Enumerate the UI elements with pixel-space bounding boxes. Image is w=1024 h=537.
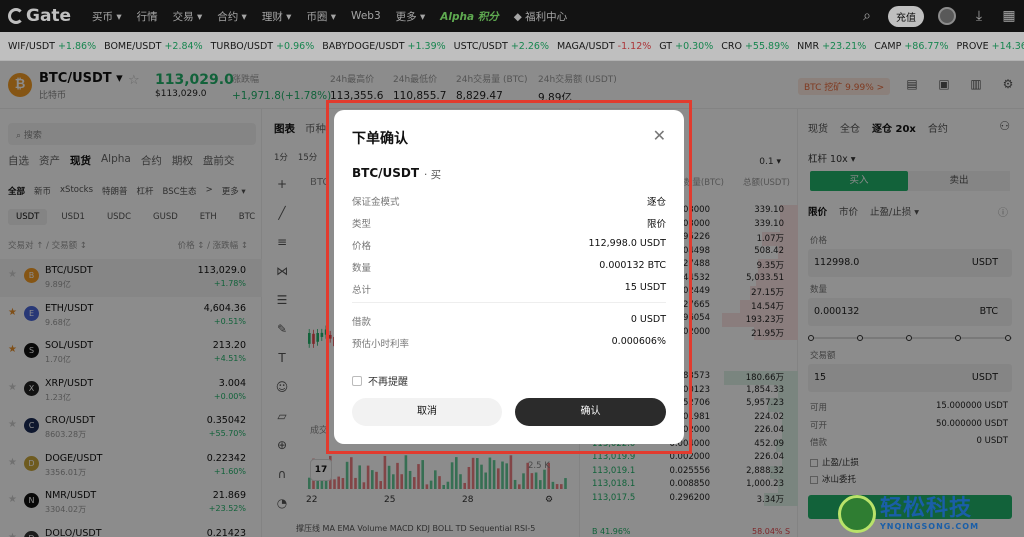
detail-label: 保证金模式 — [352, 197, 400, 208]
cancel-button[interactable]: 取消 — [352, 398, 502, 426]
detail-label: 类型 — [352, 219, 372, 230]
watermark-logo-icon — [838, 494, 876, 533]
header-dim — [0, 0, 1024, 61]
detail-value: 0 USDT — [630, 314, 666, 325]
dialog-detail-row: 总计 15 USDT — [352, 282, 666, 296]
dialog-title: 下单确认 — [352, 131, 408, 147]
detail-label: 预估小时利率 — [352, 339, 410, 350]
detail-value: 逐仓 — [646, 197, 666, 208]
dont-remind-label: 不再提醒 — [368, 377, 408, 388]
dialog-detail-row: 数量 0.000132 BTC — [352, 260, 666, 274]
watermark-text: 轻松科技 YNQINGSONG.COM — [880, 496, 979, 531]
close-icon[interactable]: ✕ — [653, 126, 666, 145]
checkbox-box — [352, 376, 362, 386]
watermark-cn: 轻松科技 — [880, 496, 973, 521]
detail-label: 总计 — [352, 285, 372, 296]
detail-label: 借款 — [352, 317, 372, 328]
dialog-detail-row: 价格 112,998.0 USDT — [352, 238, 666, 252]
dialog-detail-row: 保证金模式 逐仓 — [352, 194, 666, 208]
dialog-pair: BTC/USDT — [352, 166, 420, 180]
detail-value: 0.000606% — [611, 336, 666, 347]
dont-remind-checkbox[interactable]: 不再提醒 — [352, 373, 408, 388]
confirm-button[interactable]: 确认 — [515, 398, 666, 426]
detail-label: 价格 — [352, 241, 372, 252]
detail-label: 数量 — [352, 263, 372, 274]
dialog-divider — [352, 302, 666, 303]
dialog-detail-row: 类型 限价 — [352, 216, 666, 230]
dialog-detail-row: 借款 0 USDT — [352, 314, 666, 328]
detail-value: 限价 — [646, 219, 666, 230]
detail-value: 15 USDT — [624, 282, 666, 293]
detail-value: 0.000132 BTC — [599, 260, 666, 271]
site-watermark: 轻松科技 YNQINGSONG.COM — [838, 490, 979, 537]
order-confirm-dialog: 下单确认 ✕ BTC/USDT · 买 保证金模式 逐仓类型 限价价格 112,998… — [334, 110, 684, 444]
watermark-en: YNQINGSONG.COM — [880, 522, 980, 531]
dialog-detail-row: 预估小时利率 0.000606% — [352, 336, 666, 350]
detail-value: 112,998.0 USDT — [588, 238, 666, 249]
dialog-side: · 买 — [424, 169, 442, 181]
